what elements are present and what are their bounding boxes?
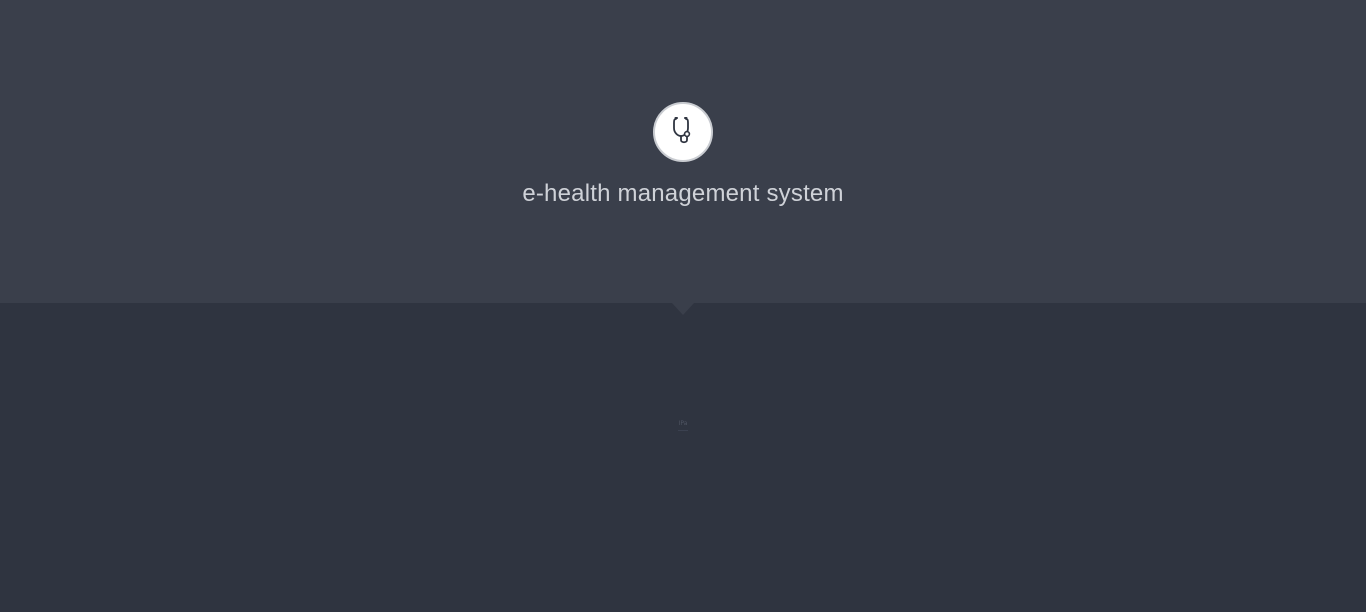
stethoscope-icon [666, 113, 700, 152]
loading-bar [678, 430, 688, 431]
loading-indicator: IPa [672, 420, 694, 438]
header-banner: e-health management system [0, 0, 1366, 303]
loading-text: IPa [678, 420, 688, 427]
app-logo [653, 102, 713, 162]
login-page: e-health management system IPa [0, 0, 1366, 612]
page-title: e-health management system [522, 180, 844, 207]
header-pointer [672, 303, 694, 315]
